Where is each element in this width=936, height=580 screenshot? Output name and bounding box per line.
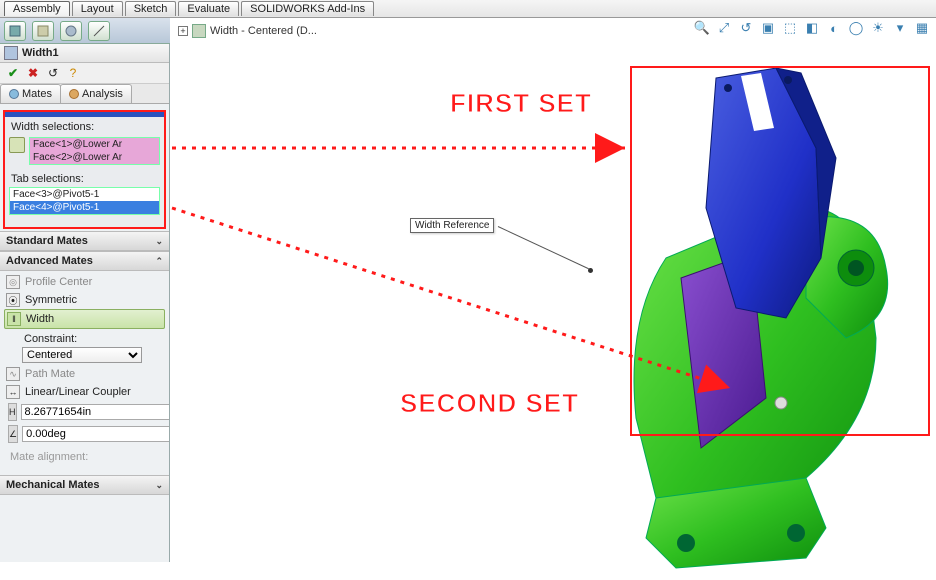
advanced-mates-header[interactable]: Advanced Mates⌃ xyxy=(0,251,169,271)
fm-config-manager-icon[interactable] xyxy=(60,21,82,41)
mate-alignment-label: Mate alignment: xyxy=(6,447,165,471)
property-manager-panel: Width1 ✔ ✖ ↺ ? Mates Analysis Width sele… xyxy=(0,44,170,562)
preview-button[interactable]: ↺ xyxy=(46,66,60,80)
standard-mates-header[interactable]: Standard Mates⌄ xyxy=(0,231,169,251)
tab-analysis[interactable]: Analysis xyxy=(60,84,132,103)
tab-evaluate[interactable]: Evaluate xyxy=(178,1,239,16)
zoom-fit-icon[interactable]: 🔍 xyxy=(694,20,710,36)
apply-scene-icon[interactable]: ☀ xyxy=(870,20,886,36)
advanced-mates-body: ◎Profile Center ⦿Symmetric ‖Width Constr… xyxy=(0,271,169,475)
fm-property-manager-icon[interactable] xyxy=(32,21,54,41)
mate-symmetric[interactable]: ⦿Symmetric xyxy=(4,291,165,309)
symmetric-icon: ⦿ xyxy=(6,293,20,307)
mates-icon xyxy=(9,89,19,99)
path-mate-icon: ∿ xyxy=(6,367,20,381)
render-tools-icon[interactable]: ▦ xyxy=(914,20,930,36)
zoom-area-icon[interactable]: ⤢ xyxy=(716,20,732,36)
section-view-icon[interactable]: ▣ xyxy=(760,20,776,36)
cancel-button[interactable]: ✖ xyxy=(26,66,40,80)
prev-view-icon[interactable]: ↺ xyxy=(738,20,754,36)
expand-tree-icon[interactable]: + xyxy=(178,26,188,36)
distance-row: H ▲▼ xyxy=(4,401,165,423)
width-reference-callout: Width Reference xyxy=(410,218,494,233)
pm-command-row: ✔ ✖ ↺ ? xyxy=(0,63,169,84)
tab-sel-item-1[interactable]: Face<3>@Pivot5-1 xyxy=(10,188,159,201)
view-settings-icon[interactable]: ▾ xyxy=(892,20,908,36)
anno-first-set: FIRST SET xyxy=(450,88,592,119)
flyout-tree[interactable]: + Width - Centered (D... xyxy=(178,24,317,38)
pm-sub-tabs: Mates Analysis xyxy=(0,84,169,104)
tab-layout[interactable]: Layout xyxy=(72,1,123,16)
width-selection-icon xyxy=(9,137,25,153)
mate-path[interactable]: ∿Path Mate xyxy=(4,365,165,383)
mate-width[interactable]: ‖Width xyxy=(4,309,165,329)
tab-sketch[interactable]: Sketch xyxy=(125,1,177,16)
width-sel-item-2[interactable]: Face<2>@Lower Ar xyxy=(30,151,159,164)
linear-coupler-icon: ↔ xyxy=(6,385,20,399)
chevron-down-icon: ⌄ xyxy=(155,236,163,247)
chevron-up-icon: ⌃ xyxy=(155,256,163,267)
feature-title-bar: Width1 xyxy=(0,44,169,63)
chevron-down-icon: ⌄ xyxy=(155,480,163,491)
help-button[interactable]: ? xyxy=(66,66,80,80)
distance-icon: H xyxy=(8,403,17,421)
accept-button[interactable]: ✔ xyxy=(6,66,20,80)
fm-dim-manager-icon[interactable] xyxy=(88,21,110,41)
heads-up-toolbar: 🔍 ⤢ ↺ ▣ ⬚ ◧ ◐ ◯ ☀ ▾ ▦ xyxy=(694,20,930,36)
analysis-icon xyxy=(69,89,79,99)
angle-input[interactable] xyxy=(22,426,170,442)
group-header-bar xyxy=(5,112,164,117)
width-sel-item-1[interactable]: Face<1>@Lower Ar xyxy=(30,138,159,151)
width-selections-group: Width selections: Face<1>@Lower Ar Face<… xyxy=(3,110,166,229)
constraint-select[interactable]: Centered xyxy=(22,347,142,363)
tab-selection-list[interactable]: Face<3>@Pivot5-1 Face<4>@Pivot5-1 xyxy=(9,187,160,215)
tab-addins[interactable]: SOLIDWORKS Add-Ins xyxy=(241,1,374,16)
hide-show-icon[interactable]: ◐ xyxy=(826,20,842,36)
mate-linear-coupler[interactable]: ↔Linear/Linear Coupler xyxy=(4,383,165,401)
profile-center-icon: ◎ xyxy=(6,275,20,289)
edit-appearance-icon[interactable]: ◯ xyxy=(848,20,864,36)
constraint-label: Constraint: xyxy=(24,333,161,345)
fm-design-tree-icon[interactable] xyxy=(4,21,26,41)
graphics-viewport[interactable]: + Width - Centered (D... 🔍 ⤢ ↺ ▣ ⬚ ◧ ◐ ◯… xyxy=(170,18,936,562)
command-manager-tabs: Assembly Layout Sketch Evaluate SOLIDWOR… xyxy=(0,0,936,18)
tab-mates[interactable]: Mates xyxy=(0,84,61,103)
mechanical-mates-header[interactable]: Mechanical Mates⌄ xyxy=(0,475,169,495)
tab-selections-label: Tab selections: xyxy=(11,173,160,185)
mate-profile-center[interactable]: ◎Profile Center xyxy=(4,273,165,291)
width-icon: ‖ xyxy=(7,312,21,326)
width-selection-list[interactable]: Face<1>@Lower Ar Face<2>@Lower Ar xyxy=(29,137,160,165)
angle-row: ∠ ▲▼ xyxy=(4,423,165,445)
tab-assembly[interactable]: Assembly xyxy=(4,1,70,16)
anno-second-set: SECOND SET xyxy=(400,388,579,419)
mate-feature-icon xyxy=(4,46,18,60)
mate-icon xyxy=(192,24,206,38)
view-orient-icon[interactable]: ⬚ xyxy=(782,20,798,36)
tab-sel-item-2[interactable]: Face<4>@Pivot5-1 xyxy=(10,201,159,214)
display-style-icon[interactable]: ◧ xyxy=(804,20,820,36)
flyout-tree-label: Width - Centered (D... xyxy=(210,25,317,37)
constraint-row: Constraint: Centered xyxy=(4,329,165,365)
distance-input[interactable] xyxy=(21,404,171,420)
annotation-outline xyxy=(630,66,930,436)
angle-icon: ∠ xyxy=(8,425,18,443)
width-selections-label: Width selections: xyxy=(11,121,160,133)
feature-name: Width1 xyxy=(22,47,59,59)
